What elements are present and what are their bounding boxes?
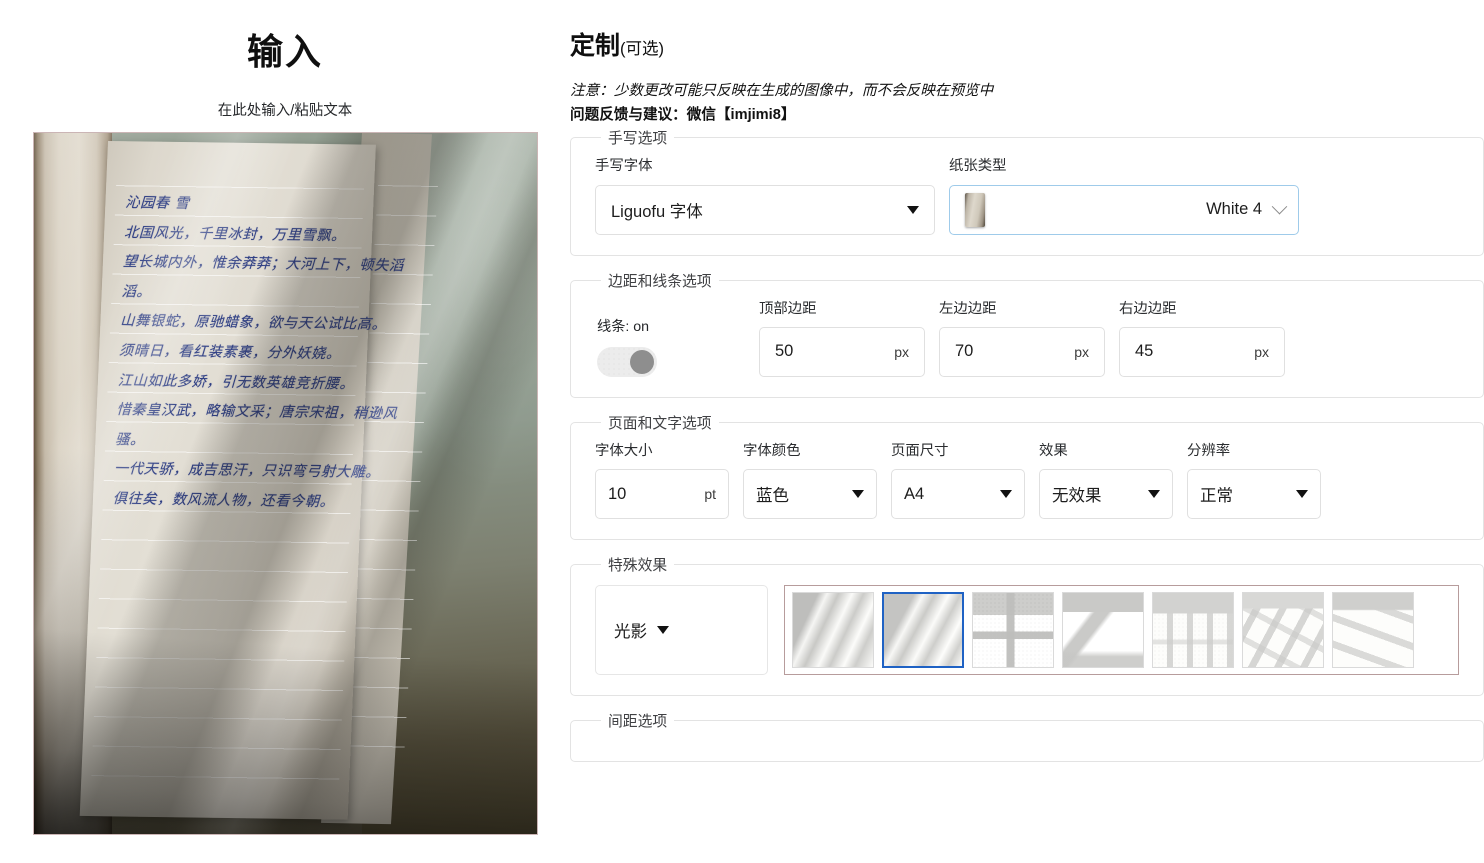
- spacing-options-legend: 间距选项: [608, 714, 668, 731]
- left-margin-input[interactable]: 70 px: [939, 326, 1105, 377]
- resolution-field: 分辨率 正常: [1187, 442, 1321, 520]
- spacing-options-group: 间距选项: [570, 710, 1484, 763]
- margins-and-lines-legend: 边距和线条选项: [608, 273, 712, 290]
- handwriting-font-select[interactable]: Liguofu 字体: [595, 184, 935, 235]
- margins-row: 线条: on 顶部边距 50 px 左边边距 70 px 右边边距 45 px: [595, 301, 1459, 377]
- handwriting-options-group: 手写选项 手写字体 Liguofu 字体 纸张类型 White 4: [570, 127, 1484, 256]
- handwriting-font-label: 手写字体: [595, 158, 653, 175]
- handwriting-font-field: 手写字体 Liguofu 字体: [595, 158, 935, 235]
- font-size-field: 字体大小 10 pt: [595, 442, 729, 520]
- top-margin-input[interactable]: 50 px: [759, 326, 925, 377]
- lines-toggle[interactable]: [597, 346, 657, 377]
- resolution-select[interactable]: 正常: [1187, 469, 1321, 520]
- font-color-label: 字体颜色: [743, 442, 801, 459]
- effect-thumbnail[interactable]: [1332, 592, 1414, 669]
- font-size-label: 字体大小: [595, 442, 653, 459]
- paper-type-field: 纸张类型 White 4: [949, 158, 1299, 235]
- right-margin-input[interactable]: 45 px: [1119, 326, 1285, 377]
- chevron-down-icon: [907, 205, 919, 214]
- top-margin-label: 顶部边距: [759, 300, 817, 317]
- effect-select[interactable]: 无效果: [1039, 469, 1173, 520]
- top-margin-field: 顶部边距 50 px: [759, 301, 925, 377]
- input-panel: 输入 在此处输入/粘贴文本 沁园春 雪 北国风光，千里冰封，万里雪飘。 望长城内…: [0, 0, 570, 863]
- chevron-down-icon: [1271, 198, 1288, 215]
- effect-type-select[interactable]: 光影: [595, 585, 768, 676]
- effect-thumbnail-gallery[interactable]: [784, 585, 1459, 676]
- effect-thumbnail[interactable]: [1152, 592, 1234, 669]
- effect-thumbnail[interactable]: [792, 592, 874, 669]
- effect-label: 效果: [1039, 442, 1068, 459]
- page-size-field: 页面尺寸 A4: [891, 442, 1025, 520]
- page-size-value: A4: [904, 484, 925, 503]
- effect-thumbnail[interactable]: [1242, 592, 1324, 669]
- special-effects-group: 特殊效果 光影: [570, 554, 1484, 697]
- page-and-text-options-legend: 页面和文字选项: [608, 415, 712, 432]
- margins-and-lines-group: 边距和线条选项 线条: on 顶部边距 50 px 左边边距 70 px 右边边…: [570, 269, 1484, 398]
- handwriting-font-value: Liguofu 字体: [611, 202, 703, 221]
- right-margin-unit: px: [1254, 343, 1269, 360]
- effect-value: 无效果: [1052, 487, 1102, 506]
- customization-panel: 定制(可选) 注意：少数更改可能只反映在生成的图像中，而不会反映在预览中 问题反…: [570, 0, 1484, 863]
- font-size-input[interactable]: 10 pt: [595, 469, 729, 520]
- effect-field: 效果 无效果: [1039, 442, 1173, 520]
- chevron-down-icon: [1148, 490, 1160, 499]
- app-root: 输入 在此处输入/粘贴文本 沁园春 雪 北国风光，千里冰封，万里雪飘。 望长城内…: [0, 0, 1484, 863]
- customization-title: 定制(可选): [570, 30, 1484, 63]
- right-margin-value: 45: [1135, 342, 1154, 361]
- input-subtitle: 在此处输入/粘贴文本: [217, 102, 353, 119]
- effect-type-value: 光影: [614, 623, 647, 642]
- font-color-value: 蓝色: [756, 487, 789, 506]
- font-color-select[interactable]: 蓝色: [743, 469, 877, 520]
- paper-type-value: White 4: [1206, 200, 1262, 219]
- left-margin-value: 70: [955, 342, 974, 361]
- paper-type-select[interactable]: White 4: [949, 184, 1299, 235]
- handwritten-text: 沁园春 雪 北国风光，千里冰封，万里雪飘。 望长城内外，惟余莽莽；大河上下，顿失…: [111, 194, 404, 510]
- toggle-knob: [630, 349, 654, 374]
- feedback-text: 问题反馈与建议：微信【imjimi8】: [570, 107, 796, 124]
- font-color-field: 字体颜色 蓝色: [743, 442, 877, 520]
- left-margin-unit: px: [1074, 343, 1089, 360]
- chevron-down-icon: [1000, 490, 1012, 499]
- special-effects-row: 光影: [595, 585, 1459, 676]
- right-margin-label: 右边边距: [1119, 300, 1177, 317]
- left-margin-label: 左边边距: [939, 300, 997, 317]
- left-margin-field: 左边边距 70 px: [939, 301, 1105, 377]
- font-size-unit: pt: [704, 486, 716, 503]
- right-margin-field: 右边边距 45 px: [1119, 301, 1285, 377]
- resolution-label: 分辨率: [1187, 442, 1231, 459]
- customization-title-optional: (可选): [620, 40, 665, 58]
- lines-toggle-label: 线条: on: [597, 318, 650, 335]
- effect-thumbnail-selected[interactable]: [882, 592, 964, 669]
- page-title: 输入: [246, 31, 323, 72]
- chevron-down-icon: [657, 626, 669, 635]
- chevron-down-icon: [852, 490, 864, 499]
- font-size-value: 10: [608, 484, 627, 503]
- customization-title-main: 定制: [570, 32, 621, 60]
- resolution-value: 正常: [1200, 487, 1233, 506]
- effect-thumbnail[interactable]: [972, 592, 1054, 669]
- paper-type-label: 纸张类型: [949, 158, 1007, 175]
- handwriting-preview-image[interactable]: 沁园春 雪 北国风光，千里冰封，万里雪飘。 望长城内外，惟余莽莽；大河上下，顿失…: [32, 131, 538, 835]
- top-margin-value: 50: [775, 342, 794, 361]
- handwriting-options-row: 手写字体 Liguofu 字体 纸张类型 White 4: [595, 158, 1459, 235]
- page-size-select[interactable]: A4: [891, 469, 1025, 520]
- page-and-text-row: 字体大小 10 pt 字体颜色 蓝色 页面尺寸 A4 效果 无效果 分辨率 正常: [595, 442, 1459, 520]
- page-and-text-options-group: 页面和文字选项 字体大小 10 pt 字体颜色 蓝色 页面尺寸 A4 效果 无效…: [570, 411, 1484, 541]
- page-size-label: 页面尺寸: [891, 442, 949, 459]
- paper-swatch-icon: [965, 192, 985, 227]
- top-margin-unit: px: [894, 343, 909, 360]
- handwriting-options-legend: 手写选项: [608, 131, 668, 148]
- note-text: 注意：少数更改可能只反映在生成的图像中，而不会反映在预览中: [570, 82, 994, 99]
- effect-thumbnail[interactable]: [1062, 592, 1144, 669]
- customization-header: 定制(可选) 注意：少数更改可能只反映在生成的图像中，而不会反映在预览中 问题反…: [570, 30, 1484, 127]
- special-effects-legend: 特殊效果: [608, 558, 668, 575]
- chevron-down-icon: [1296, 490, 1308, 499]
- lines-toggle-field: 线条: on: [595, 316, 745, 377]
